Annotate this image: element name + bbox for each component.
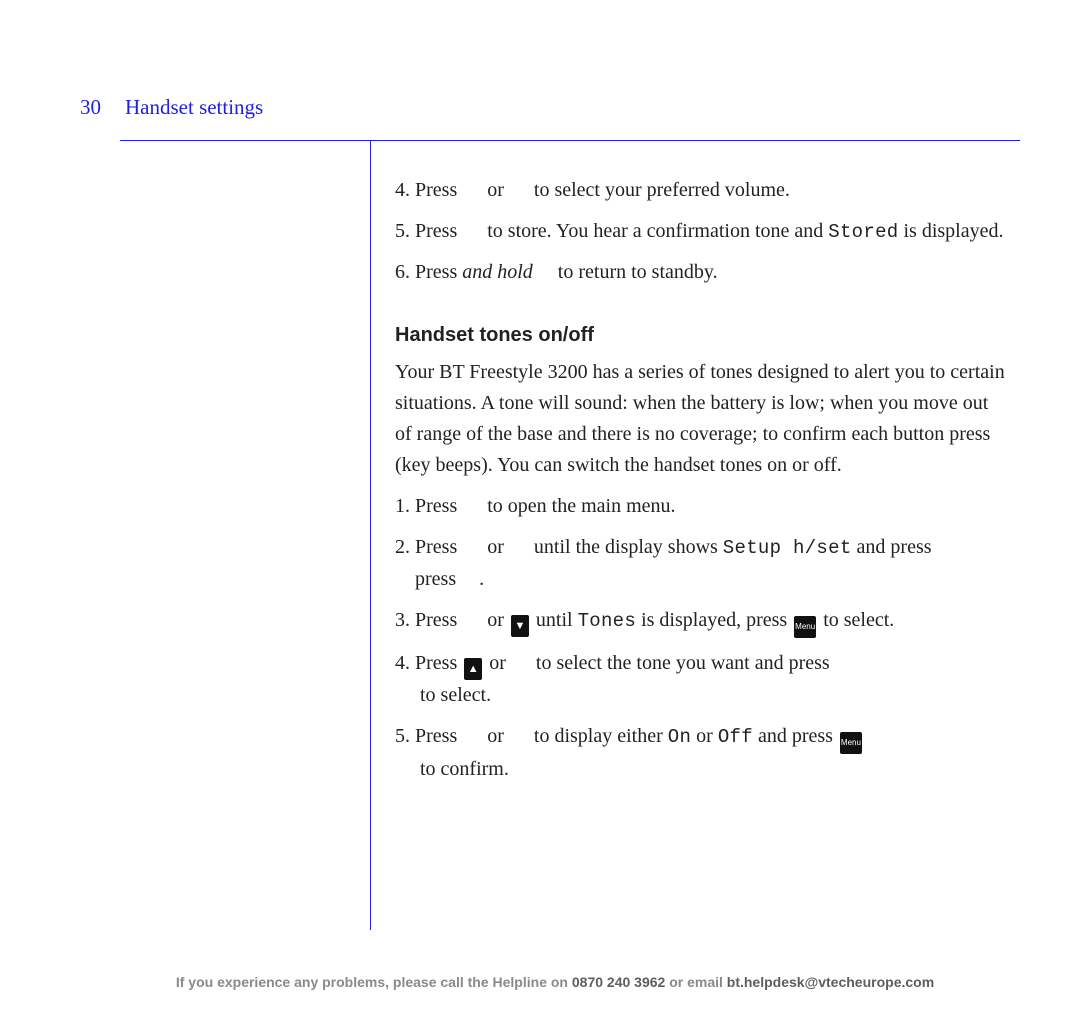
text: and press bbox=[852, 536, 932, 558]
text: is displayed. bbox=[899, 220, 1004, 242]
step-top-4: 4. Press or to select your preferred vol… bbox=[395, 175, 1005, 206]
step-top-6: 6. Press and hold to return to standby. bbox=[395, 257, 1005, 288]
text: 6. Press bbox=[395, 261, 462, 283]
step-top-5: 5. Press to store. You hear a confirmati… bbox=[395, 216, 1005, 247]
text: to select your preferred volume. bbox=[529, 179, 790, 201]
down-icon: ▼ bbox=[511, 615, 529, 637]
footer-text: If you experience any problems, please c… bbox=[176, 974, 572, 990]
text: or bbox=[484, 652, 511, 674]
display-text-setup: Setup h/set bbox=[723, 537, 852, 559]
vertical-divider bbox=[370, 140, 371, 930]
step-3: 3. Press or ▼ until Tones is displayed, … bbox=[395, 605, 1005, 638]
page-header: 30 Handset settings bbox=[80, 95, 263, 120]
menu-icon: Menu bbox=[840, 732, 862, 754]
text: to store. You hear a confirmation tone a… bbox=[482, 220, 828, 242]
step-5: 5. Press or to display either On or Off … bbox=[395, 721, 1005, 785]
text: to select. bbox=[818, 609, 894, 631]
text: to select. bbox=[415, 684, 491, 706]
subheading-tones: Handset tones on/off bbox=[395, 320, 1005, 351]
footer-phone: 0870 240 3962 bbox=[572, 974, 665, 990]
text: to confirm. bbox=[415, 758, 509, 780]
text-italic: and hold bbox=[462, 261, 533, 283]
text: to select the tone you want and press bbox=[531, 652, 835, 674]
up-icon: ▲ bbox=[464, 658, 482, 680]
menu-icon: Menu bbox=[794, 616, 816, 638]
display-text-stored: Stored bbox=[828, 221, 898, 243]
text: or bbox=[691, 725, 718, 747]
content-column: 4. Press or to select your preferred vol… bbox=[395, 175, 1005, 795]
text: 5. Press bbox=[395, 220, 462, 242]
text: until bbox=[531, 609, 578, 631]
step-1: 1. Press to open the main menu. bbox=[395, 491, 1005, 522]
text: to return to standby. bbox=[553, 261, 718, 283]
step-4: 4. Press ▲ or to select the tone you wan… bbox=[395, 648, 1005, 711]
intro-paragraph: Your BT Freestyle 3200 has a series of t… bbox=[395, 357, 1005, 481]
display-text-on: On bbox=[668, 726, 691, 748]
footer-email: bt.helpdesk@vtecheurope.com bbox=[727, 974, 934, 990]
text: 3. Press bbox=[395, 609, 462, 631]
text: or bbox=[482, 609, 509, 631]
text: until the display shows bbox=[529, 536, 723, 558]
text: is displayed, press bbox=[636, 609, 792, 631]
text: . bbox=[474, 568, 484, 590]
display-text-tones: Tones bbox=[578, 610, 637, 632]
horizontal-divider bbox=[120, 140, 1020, 141]
text: or bbox=[482, 725, 509, 747]
text: 4. Press bbox=[395, 179, 462, 201]
text: to display either bbox=[529, 725, 668, 747]
text: 5. Press bbox=[395, 725, 462, 747]
section-title: Handset settings bbox=[125, 95, 263, 120]
display-text-off: Off bbox=[718, 726, 753, 748]
footer: If you experience any problems, please c… bbox=[80, 974, 1030, 990]
text: 4. Press bbox=[395, 652, 462, 674]
text: and press bbox=[753, 725, 838, 747]
page-number: 30 bbox=[80, 95, 101, 120]
text: or bbox=[482, 179, 509, 201]
footer-text: or email bbox=[665, 974, 726, 990]
text: 2. Press bbox=[395, 536, 462, 558]
text: to open the main menu. bbox=[482, 495, 675, 517]
text: 1. Press bbox=[395, 495, 462, 517]
step-2: 2. Press or until the display shows Setu… bbox=[395, 532, 1005, 594]
text: or bbox=[482, 536, 509, 558]
